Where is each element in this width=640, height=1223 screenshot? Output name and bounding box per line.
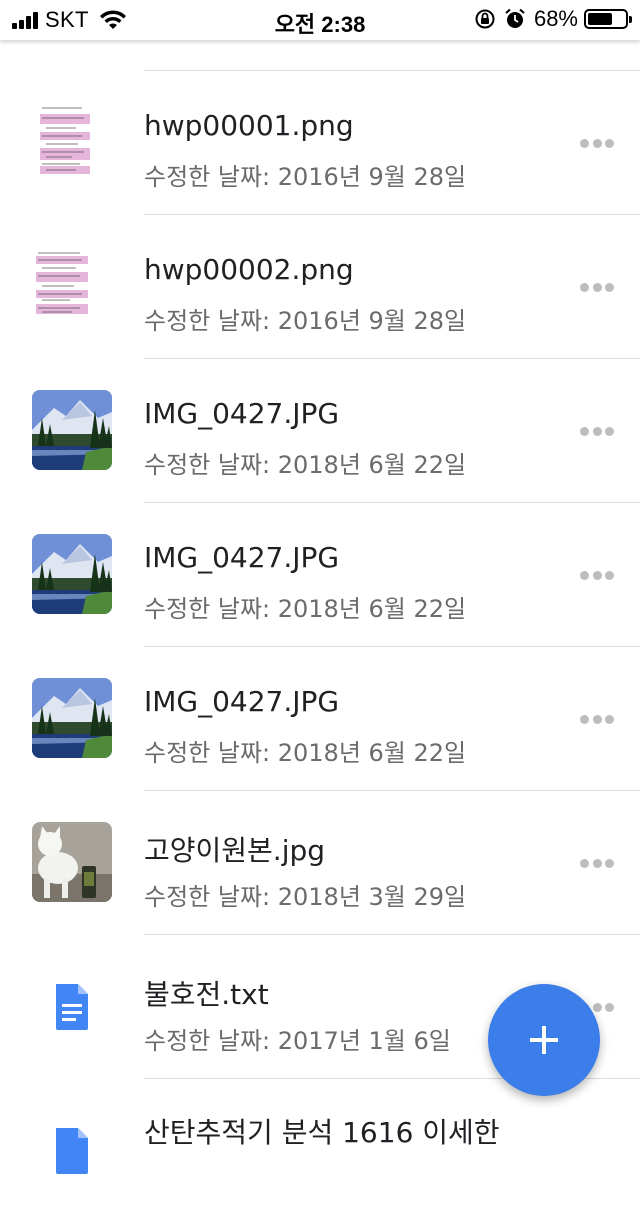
more-horiz-icon[interactable] — [580, 427, 614, 437]
more-horiz-icon[interactable] — [580, 715, 614, 725]
file-row[interactable]: hwp00002.png 수정한 날짜: 2016년 9월 28일 — [0, 215, 640, 359]
file-name: IMG_0427.JPG — [144, 541, 340, 574]
file-modified-date: 수정한 날짜: 2016년 9월 28일 — [144, 163, 467, 191]
wifi-icon — [99, 10, 126, 29]
file-name: hwp00002.png — [144, 253, 354, 286]
document-thumbnail — [32, 102, 112, 182]
carrier-name: SKT — [45, 7, 89, 32]
rotation-lock-icon — [475, 9, 495, 29]
more-horiz-icon[interactable] — [580, 859, 614, 869]
file-row[interactable]: IMG_0427.JPG 수정한 날짜: 2018년 6월 22일 — [0, 359, 640, 503]
landscape-thumbnail — [32, 534, 112, 614]
file-row[interactable]: 산탄추적기 분석 1616 이세한 — [0, 1079, 640, 1223]
battery-percentage: 68% — [533, 6, 578, 31]
file-row[interactable]: 고양이원본.jpg 수정한 날짜: 2018년 3월 29일 — [0, 791, 640, 935]
cellular-signal-icon — [12, 11, 38, 29]
add-fab-button[interactable] — [488, 984, 600, 1096]
status-bar: SKT 오전 2:38 68% — [0, 0, 640, 40]
file-name: 산탄추적기 분석 1616 이세한 — [144, 1116, 500, 1149]
file-modified-date: 수정한 날짜: 2018년 3월 29일 — [144, 883, 467, 911]
battery-icon — [584, 9, 632, 29]
file-row[interactable]: hwp00001.png 수정한 날짜: 2016년 9월 28일 — [0, 71, 640, 215]
landscape-thumbnail — [32, 678, 112, 758]
file-row[interactable]: IMG_0427.JPG 수정한 날짜: 2018년 6월 22일 — [0, 503, 640, 647]
more-horiz-icon[interactable] — [580, 571, 614, 581]
file-name: 불호전.txt — [144, 978, 269, 1011]
file-modified-date: 수정한 날짜: 2016년 9월 28일 — [144, 307, 467, 335]
file-name: hwp00001.png — [144, 109, 354, 142]
battery-level — [588, 13, 613, 25]
file-modified-date: 수정한 날짜: 2018년 6월 22일 — [144, 739, 467, 767]
document-thumbnail — [32, 246, 112, 326]
text-file-icon — [32, 1110, 112, 1190]
file-name: 고양이원본.jpg — [144, 834, 326, 867]
landscape-thumbnail — [32, 390, 112, 470]
file-modified-date: 수정한 날짜: 2018년 6월 22일 — [144, 451, 467, 479]
more-horiz-icon[interactable] — [580, 283, 614, 293]
file-modified-date: 수정한 날짜: 2017년 1월 6일 — [144, 1027, 451, 1055]
file-name: IMG_0427.JPG — [144, 397, 340, 430]
text-file-icon — [32, 966, 112, 1046]
cat-photo-thumbnail — [32, 822, 112, 902]
file-row[interactable]: IMG_0427.JPG 수정한 날짜: 2018년 6월 22일 — [0, 647, 640, 791]
file-modified-date: 수정한 날짜: 2018년 6월 22일 — [144, 595, 467, 623]
more-horiz-icon[interactable] — [580, 139, 614, 149]
alarm-icon — [505, 8, 525, 28]
file-name: IMG_0427.JPG — [144, 685, 340, 718]
